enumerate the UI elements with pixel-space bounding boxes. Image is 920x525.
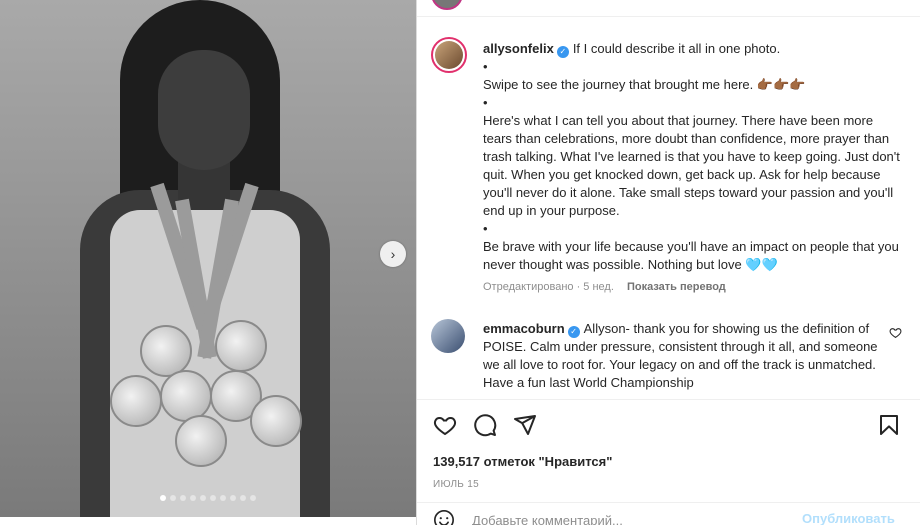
medal — [110, 375, 162, 427]
caption-username[interactable]: allysonfelix — [483, 41, 554, 56]
post-comment-button[interactable]: Опубликовать — [802, 511, 895, 525]
header-divider — [417, 16, 920, 17]
carousel-dot — [200, 495, 206, 501]
share-button[interactable] — [512, 412, 538, 438]
like-button[interactable] — [432, 412, 458, 438]
caption-meta: Отредактировано · 5 нед. Показать перево… — [483, 281, 726, 293]
post-caption: allysonfelix ✓ If I could describe it all … — [483, 40, 903, 274]
caption-line-6: Be brave with your life because you'll h… — [483, 239, 899, 272]
smiley-icon — [434, 510, 454, 525]
carousel-dot-active — [160, 495, 166, 501]
medal — [215, 320, 267, 372]
carousel-dot — [180, 495, 186, 501]
photo-shirt — [110, 210, 300, 517]
paper-plane-icon — [514, 415, 536, 435]
post-photo[interactable]: › — [0, 0, 416, 517]
caption-line-5: • — [483, 221, 488, 236]
carousel-dot — [230, 495, 236, 501]
likes-count[interactable]: 139,517 отметок "Нравится" — [433, 454, 612, 469]
bookmark-icon — [880, 415, 898, 435]
actions-divider — [417, 399, 920, 400]
carousel-dot — [210, 495, 216, 501]
carousel-dot — [170, 495, 176, 501]
medal — [160, 370, 212, 422]
edited-label: Отредактировано · 5 нед. — [483, 281, 614, 293]
comment-like-button[interactable] — [889, 326, 902, 342]
comment-bubble-icon — [474, 414, 497, 437]
show-translation-link[interactable]: Показать перевод — [627, 281, 726, 293]
comment-bar-divider — [417, 502, 920, 503]
caption-line-2: Swipe to see the journey that brought me… — [483, 77, 806, 92]
carousel-dot — [250, 495, 256, 501]
heart-outline-icon — [889, 328, 902, 339]
commenter-avatar[interactable] — [431, 319, 465, 353]
verified-badge-icon: ✓ — [567, 326, 580, 338]
carousel-dot — [240, 495, 246, 501]
caption-first-line: allysonfelix ✓ If I could describe it all … — [483, 40, 903, 58]
post-date[interactable]: ИЮЛЬ 15 — [433, 479, 479, 490]
caption-line-3: • — [483, 95, 488, 110]
post-details-panel: allysonfelix ✓ If I could describe it all … — [417, 0, 920, 525]
medal — [250, 395, 302, 447]
comment-button[interactable] — [472, 412, 498, 438]
carousel-next-button[interactable]: › — [380, 241, 406, 267]
comment-input[interactable] — [472, 510, 792, 525]
photo-face — [158, 50, 250, 170]
verified-badge-icon: ✓ — [556, 46, 569, 58]
caption-author-avatar[interactable] — [431, 37, 467, 73]
comment-username[interactable]: emmacoburn — [483, 321, 565, 336]
chevron-right-icon: › — [390, 246, 396, 262]
carousel-indicator — [0, 495, 416, 501]
heart-outline-icon — [433, 416, 457, 436]
emoji-button[interactable] — [433, 509, 455, 525]
caption-line-1: • — [483, 59, 488, 74]
medal — [175, 415, 227, 467]
carousel-dot — [190, 495, 196, 501]
header-avatar[interactable] — [431, 0, 463, 10]
comment-item: emmacoburn ✓ Allyson- thank you for showin… — [483, 320, 883, 392]
caption-line-4: Here's what I can tell you about that jo… — [483, 113, 900, 218]
save-button[interactable] — [876, 412, 902, 438]
caption-line-0: If I could describe it all in one photo. — [572, 41, 781, 56]
carousel-dot — [220, 495, 226, 501]
